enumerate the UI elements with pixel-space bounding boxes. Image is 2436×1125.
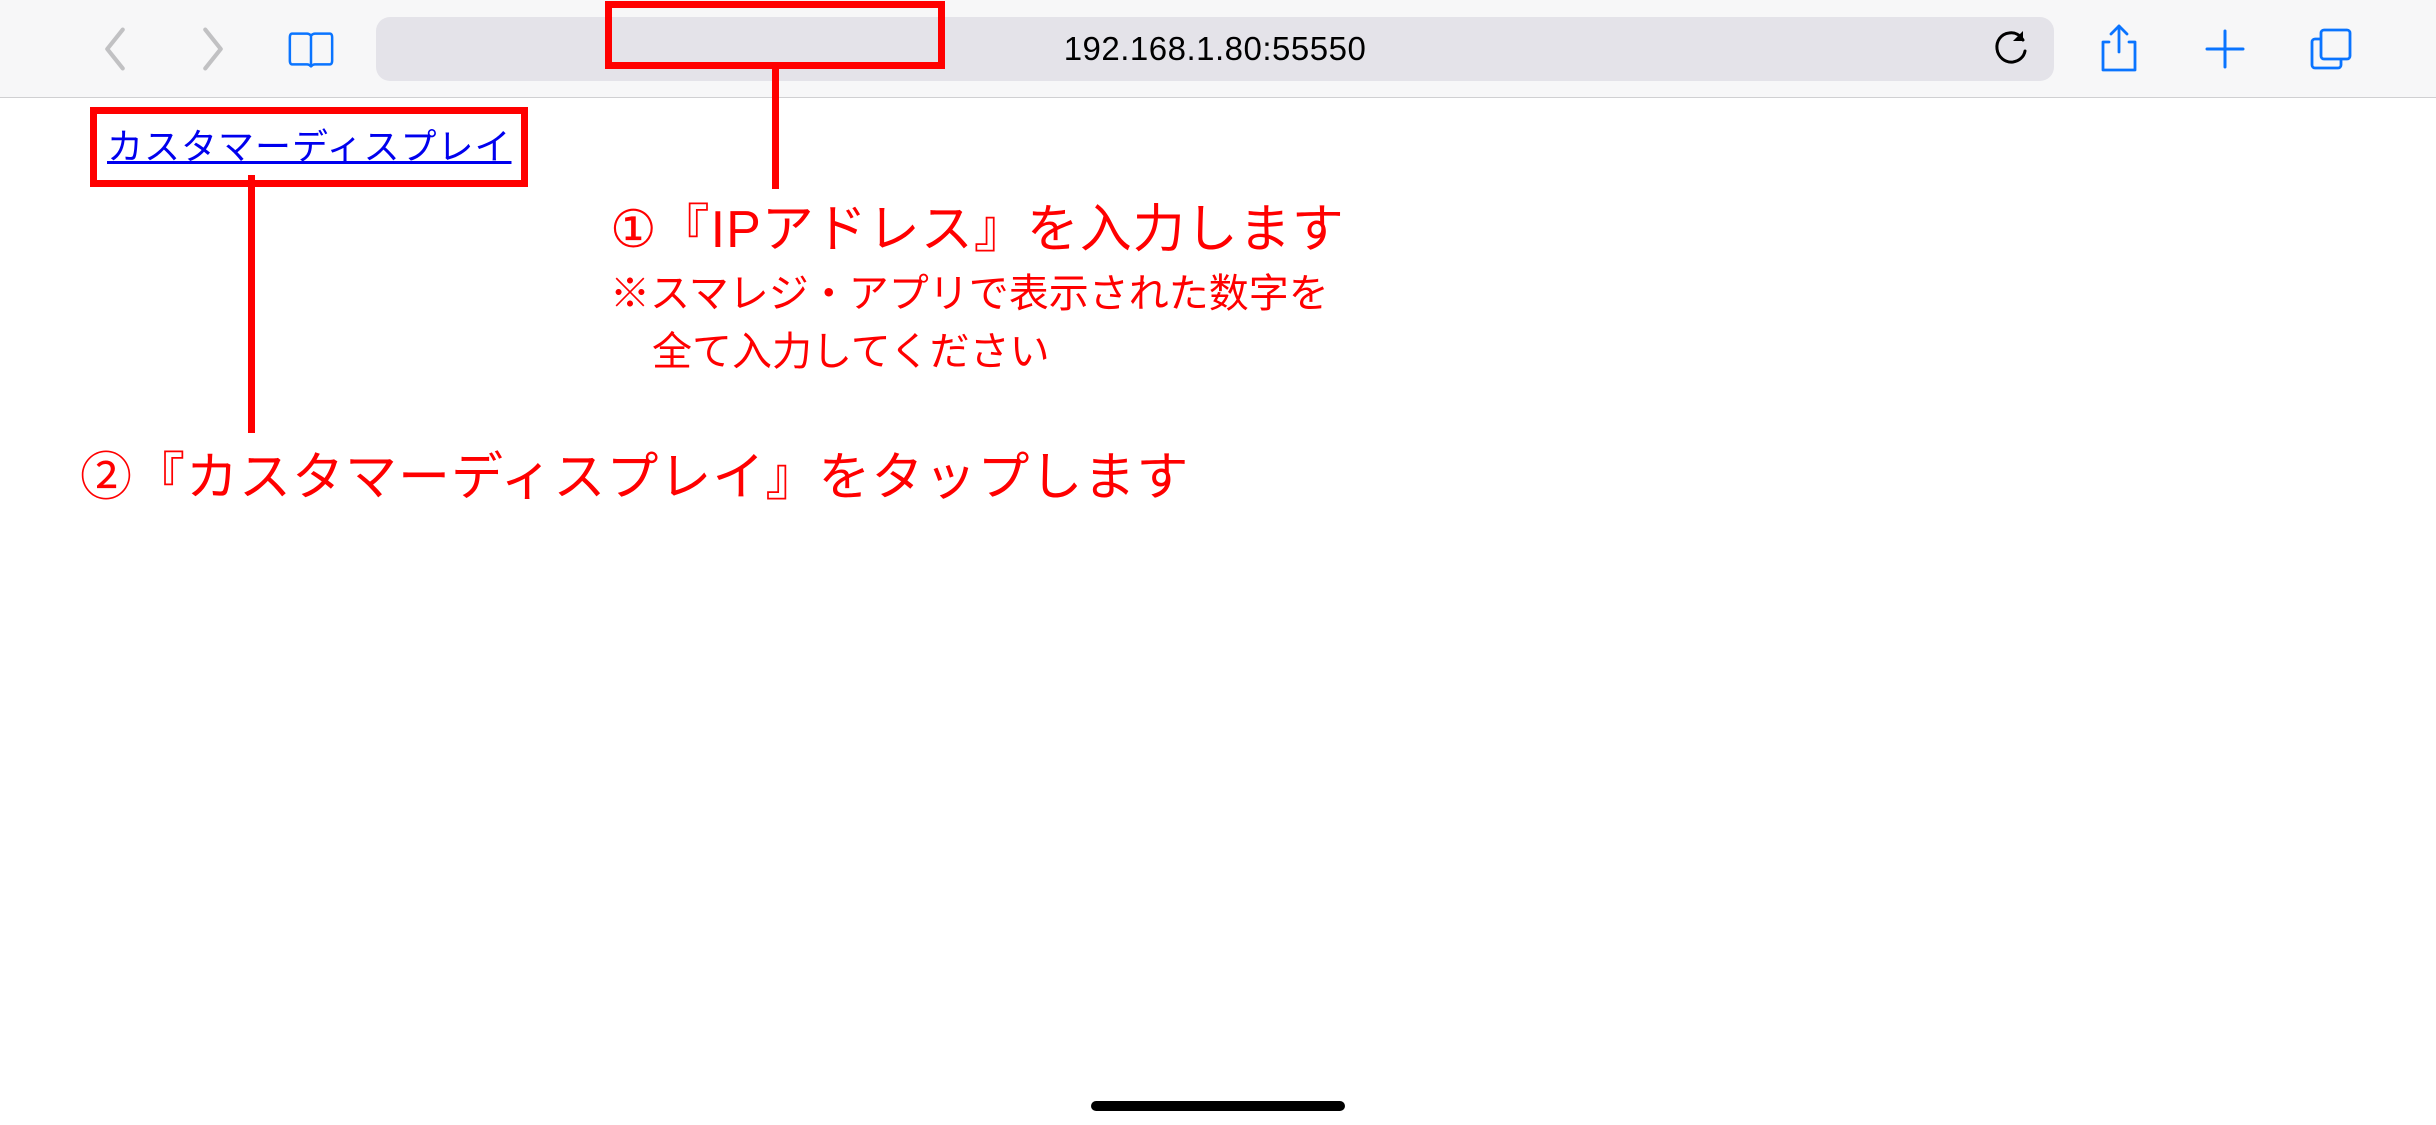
- share-button[interactable]: [2094, 24, 2144, 74]
- customer-display-link[interactable]: カスタマーディスプレイ: [107, 127, 511, 167]
- browser-toolbar: 192.168.1.80:55550: [0, 0, 2436, 98]
- url-text: 192.168.1.80:55550: [1064, 30, 1367, 68]
- back-button[interactable]: [90, 24, 140, 74]
- reload-button[interactable]: [1986, 24, 2036, 74]
- nav-group: [0, 24, 336, 74]
- annotation-1-title: ①『IPアドレス』を入力します: [610, 198, 1345, 263]
- bookmarks-button[interactable]: [286, 24, 336, 74]
- annotation-step-1: ①『IPアドレス』を入力します ※スマレジ・アプリで表示された数字を 全て入力し…: [610, 198, 1345, 379]
- url-bar[interactable]: 192.168.1.80:55550: [376, 17, 2054, 81]
- annotation-2-title: ②『カスタマーディスプレイ』をタップします: [80, 446, 1189, 511]
- right-group: [2094, 24, 2436, 74]
- page-content: カスタマーディスプレイ ①『IPアドレス』を入力します ※スマレジ・アプリで表示…: [0, 98, 2436, 1125]
- callout-line-1: [772, 69, 779, 189]
- link-highlight-box: カスタマーディスプレイ: [90, 107, 528, 187]
- tabs-button[interactable]: [2306, 24, 2356, 74]
- new-tab-button[interactable]: [2200, 24, 2250, 74]
- annotation-1-note-1: ※スマレジ・アプリで表示された数字を: [610, 267, 1345, 321]
- callout-line-2: [248, 175, 255, 433]
- annotation-1-note-2: 全て入力してください: [610, 325, 1345, 379]
- home-indicator[interactable]: [1091, 1101, 1345, 1111]
- annotation-step-2: ②『カスタマーディスプレイ』をタップします: [80, 446, 1189, 511]
- forward-button[interactable]: [188, 24, 238, 74]
